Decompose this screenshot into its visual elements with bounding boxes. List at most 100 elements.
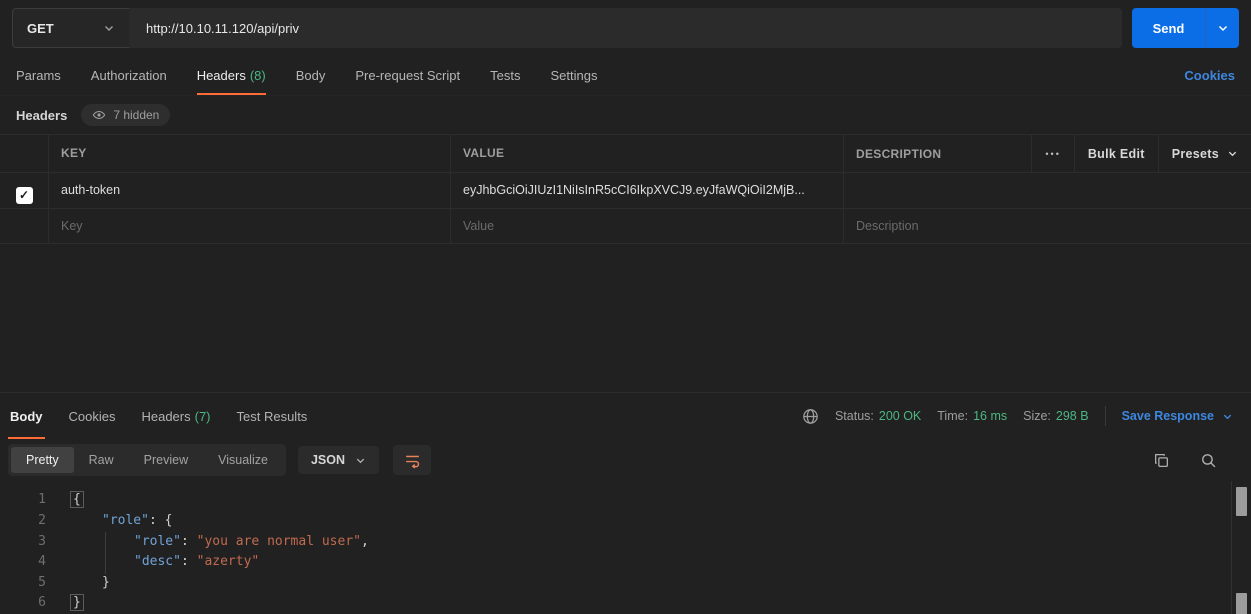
hidden-headers-label: 7 hidden [113, 108, 159, 122]
network-globe-icon[interactable] [802, 408, 819, 425]
line-number: 5 [0, 573, 46, 594]
status-value: 200 OK [879, 409, 921, 423]
search-icon [1200, 452, 1217, 469]
send-split-button: Send [1132, 8, 1239, 48]
headers-table-header: KEY VALUE DESCRIPTION ••• Bulk Edit Pres… [0, 134, 1251, 172]
cookies-link[interactable]: Cookies [1184, 56, 1235, 95]
headers-table: KEY VALUE DESCRIPTION ••• Bulk Edit Pres… [0, 134, 1251, 244]
response-tab-headers[interactable]: Headers (7) [139, 393, 212, 439]
code-line: 2 "role": { [0, 511, 1251, 532]
line-number: 6 [0, 593, 46, 614]
url-field [130, 8, 1122, 48]
fold-toggle[interactable]: { [70, 491, 84, 508]
more-options-icon: ••• [1045, 149, 1060, 159]
header-description-cell[interactable] [843, 173, 1251, 208]
chevron-down-icon [1217, 22, 1229, 34]
response-tab-body[interactable]: Body [8, 393, 45, 439]
view-mode-switch: Pretty Raw Preview Visualize [8, 444, 286, 476]
line-number: 2 [0, 511, 46, 532]
response-headers-count-badge: (7) [195, 409, 211, 424]
line-number: 1 [0, 490, 46, 511]
line-number: 3 [0, 532, 46, 553]
column-value: VALUE [450, 135, 843, 172]
response-body-viewer: 1 { 2 "role": { 3 "role": "you are norma… [0, 481, 1251, 614]
tab-authorization[interactable]: Authorization [91, 56, 167, 95]
response-tab-cookies[interactable]: Cookies [67, 393, 118, 439]
http-method-label: GET [27, 21, 54, 36]
hidden-headers-toggle[interactable]: 7 hidden [81, 104, 170, 126]
column-key: KEY [48, 135, 450, 172]
new-key-cell[interactable]: Key [48, 209, 450, 243]
column-description: DESCRIPTION [844, 136, 1031, 172]
new-value-cell[interactable]: Value [450, 209, 843, 243]
tab-tests[interactable]: Tests [490, 56, 520, 95]
tab-settings[interactable]: Settings [550, 56, 597, 95]
header-key-cell[interactable]: auth-token [48, 173, 450, 208]
chevron-down-icon [355, 455, 366, 466]
code-line: 5 } [0, 573, 1251, 594]
save-response-button[interactable]: Save Response [1122, 409, 1233, 423]
tab-headers[interactable]: Headers (8) [197, 56, 266, 95]
response-toolbar: Pretty Raw Preview Visualize JSON [0, 439, 1251, 481]
eye-icon [92, 108, 106, 122]
code-line: 3 "role": "you are normal user", [0, 532, 1251, 553]
response-toolbar-right [1153, 452, 1243, 469]
headers-section-title: Headers [16, 108, 67, 123]
send-options-button[interactable] [1205, 8, 1239, 48]
url-input[interactable] [132, 21, 1120, 36]
request-panel-empty-space [0, 244, 1251, 392]
search-response-button[interactable] [1200, 452, 1217, 469]
time-value: 16 ms [973, 409, 1007, 423]
headers-section-header: Headers 7 hidden [0, 96, 1251, 134]
view-mode-pretty[interactable]: Pretty [11, 447, 74, 473]
line-number: 4 [0, 552, 46, 573]
copy-response-button[interactable] [1153, 452, 1170, 469]
divider [1105, 406, 1106, 426]
chevron-down-icon [1227, 148, 1238, 159]
code-line: 1 { [0, 490, 1251, 511]
fold-toggle[interactable]: } [70, 594, 84, 611]
code-line: 6 } [0, 593, 1251, 614]
chevron-down-icon [1222, 411, 1233, 422]
wrap-lines-button[interactable] [393, 445, 431, 475]
response-panel: Body Cookies Headers (7) Test Results St… [0, 392, 1251, 614]
response-time: Time: 16 ms [937, 409, 1007, 423]
column-description-cell: DESCRIPTION ••• Bulk Edit Presets [843, 135, 1251, 172]
scrollbar-thumb-secondary[interactable] [1236, 593, 1247, 614]
presets-button[interactable]: Presets [1158, 135, 1251, 172]
headers-count-badge: (8) [250, 68, 266, 83]
row-checkbox-cell [0, 209, 48, 243]
response-size: Size: 298 B [1023, 409, 1088, 423]
view-mode-visualize[interactable]: Visualize [203, 447, 283, 473]
new-description-cell[interactable]: Description [843, 209, 1251, 243]
header-row-auth-token: ✓ auth-token eyJhbGciOiJIUzI1NiIsInR5cCI… [0, 172, 1251, 208]
chevron-down-icon [103, 22, 115, 34]
response-tab-test-results[interactable]: Test Results [235, 393, 310, 439]
tab-pre-request-script[interactable]: Pre-request Script [355, 56, 460, 95]
code-line: 4 "desc": "azerty" [0, 552, 1251, 573]
scrollbar-track-border [1231, 481, 1232, 614]
response-meta: Status: 200 OK Time: 16 ms Size: 298 B S… [802, 393, 1243, 439]
size-value: 298 B [1056, 409, 1089, 423]
header-value-cell[interactable]: eyJhbGciOiJIUzI1NiIsInR5cCI6IkpXVCJ9.eyJ… [450, 173, 843, 208]
header-row-empty: Key Value Description [0, 208, 1251, 244]
copy-icon [1153, 452, 1170, 469]
postman-window: GET Send Params Authorization Headers (8… [0, 0, 1251, 614]
view-mode-preview[interactable]: Preview [129, 447, 203, 473]
bulk-edit-button[interactable]: Bulk Edit [1074, 135, 1158, 172]
view-mode-raw[interactable]: Raw [74, 447, 129, 473]
tab-body[interactable]: Body [296, 56, 326, 95]
response-status: Status: 200 OK [835, 409, 921, 423]
response-tabs: Body Cookies Headers (7) Test Results St… [0, 393, 1251, 439]
vertical-scrollbar-thumb[interactable] [1236, 487, 1247, 516]
http-method-select[interactable]: GET [12, 8, 130, 48]
format-select[interactable]: JSON [298, 446, 379, 474]
request-tabs: Params Authorization Headers (8) Body Pr… [0, 56, 1251, 96]
more-options-button[interactable]: ••• [1031, 135, 1073, 172]
tab-params[interactable]: Params [16, 56, 61, 95]
send-button[interactable]: Send [1132, 8, 1205, 48]
select-all-cell [0, 135, 48, 172]
request-url-bar: GET Send [0, 0, 1251, 56]
row-checkbox[interactable]: ✓ [16, 187, 33, 204]
indent-guide [105, 532, 106, 574]
